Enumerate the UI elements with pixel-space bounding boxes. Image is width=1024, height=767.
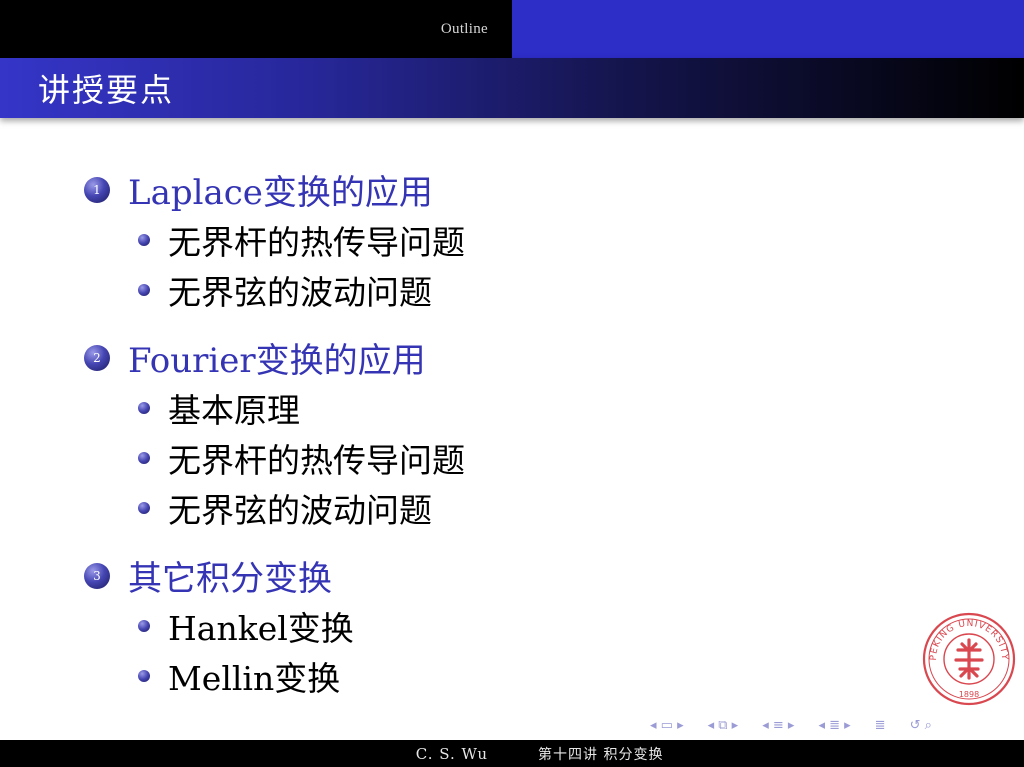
outline-item-label[interactable]: Mellin变换 <box>168 652 340 700</box>
outline-item-label[interactable]: 无界弦的波动问题 <box>168 484 432 532</box>
outline-item-label[interactable]: 基本原理 <box>168 384 300 432</box>
search-icon[interactable]: ↺ ⌕ <box>908 718 934 733</box>
bullet-icon <box>138 234 150 246</box>
outline-item[interactable]: 基本原理 <box>138 384 300 432</box>
svg-text:1898: 1898 <box>959 690 979 699</box>
outline-section-1[interactable]: 1 Laplace变换的应用 <box>84 165 433 214</box>
outline-item[interactable]: 无界弦的波动问题 <box>138 266 432 314</box>
outline-item-label[interactable]: Hankel变换 <box>168 602 354 650</box>
university-seal-logo: PEKING UNIVERSITY 1898 <box>922 612 1016 706</box>
bullet-icon <box>138 502 150 514</box>
section-number-badge: 3 <box>84 562 110 589</box>
footer-author: C. S. Wu <box>415 744 488 763</box>
footer-lecture: 第十四讲 积分变换 <box>538 746 664 763</box>
section-title[interactable]: 其它积分变换 <box>128 551 332 600</box>
subsection-nav-icon[interactable]: ◂ ⧉ ▸ <box>706 718 741 733</box>
slide-content: 1 Laplace变换的应用 无界杆的热传导问题 无界弦的波动问题 2 Four… <box>0 0 1024 767</box>
bullet-icon <box>138 452 150 464</box>
footer-title-box: 第十四讲 积分变换 <box>512 740 1024 767</box>
bullet-icon <box>138 670 150 682</box>
bullet-icon <box>138 402 150 414</box>
section-title[interactable]: Fourier变换的应用 <box>128 333 426 382</box>
section-title[interactable]: Laplace变换的应用 <box>128 165 433 214</box>
outline-item-label[interactable]: 无界杆的热传导问题 <box>168 216 465 264</box>
outline-item[interactable]: 无界杆的热传导问题 <box>138 216 465 264</box>
footer-author-box: C. S. Wu <box>0 740 512 767</box>
navigation-symbols: ◂ ▭ ▸ ◂ ⧉ ▸ ◂ ≡ ▸ ◂ ≣ ▸ ≣ ↺ ⌕ <box>648 714 934 736</box>
footline: C. S. Wu 第十四讲 积分变换 <box>0 740 1024 767</box>
section-number-badge: 1 <box>84 176 110 203</box>
outline-section-2[interactable]: 2 Fourier变换的应用 <box>84 333 426 382</box>
outline-item[interactable]: Mellin变换 <box>138 652 340 700</box>
subsection-nav-icon[interactable]: ◂ ≣ ▸ <box>816 718 852 733</box>
outline-item[interactable]: 无界弦的波动问题 <box>138 484 432 532</box>
bullet-icon <box>138 284 150 296</box>
outline-item-label[interactable]: 无界弦的波动问题 <box>168 266 432 314</box>
outline-item[interactable]: Hankel变换 <box>138 602 354 650</box>
align-icon[interactable]: ≣ <box>873 718 888 733</box>
outline-item-label[interactable]: 无界杆的热传导问题 <box>168 434 465 482</box>
frame-nav-icon[interactable]: ◂ ▭ ▸ <box>648 718 686 733</box>
outline-section-3[interactable]: 3 其它积分变换 <box>84 551 332 600</box>
section-number-badge: 2 <box>84 344 110 371</box>
outline-item[interactable]: 无界杆的热传导问题 <box>138 434 465 482</box>
section-nav-icon[interactable]: ◂ ≡ ▸ <box>760 718 796 733</box>
bullet-icon <box>138 620 150 632</box>
